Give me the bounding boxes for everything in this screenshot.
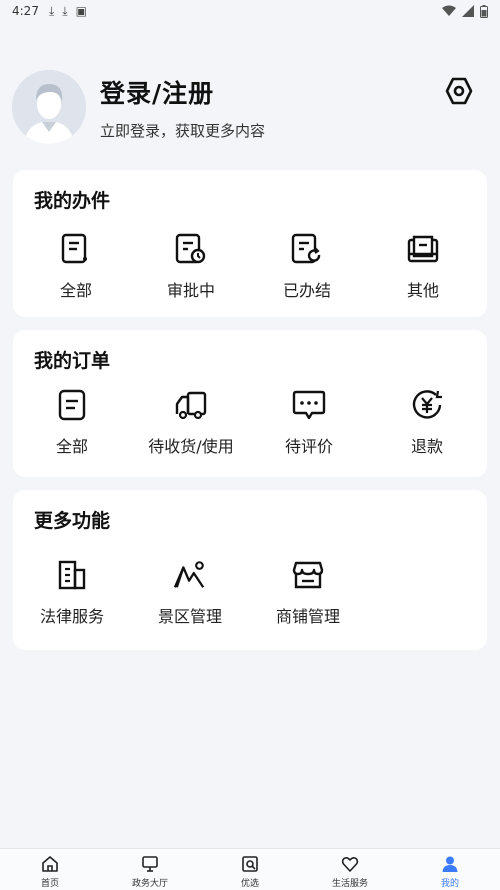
- signal-icon: [462, 5, 474, 17]
- feature-legal-service[interactable]: 法律服务: [35, 558, 109, 627]
- monitor-icon: [140, 854, 160, 874]
- search-doc-icon: [240, 854, 260, 874]
- feature-scenic-management[interactable]: 景区管理: [153, 558, 227, 627]
- tab-home-label: 首页: [40, 879, 59, 889]
- wifi-icon: [442, 5, 456, 16]
- list-doc-icon: [59, 232, 93, 266]
- affairs-all[interactable]: 全部: [44, 232, 108, 301]
- my-affairs-card: 我的办件 全部 审批中 已办结 其他: [13, 170, 487, 317]
- tab-featured[interactable]: 优选: [200, 849, 300, 890]
- affairs-other[interactable]: 其他: [391, 232, 455, 301]
- my-affairs-title: 我的办件: [34, 190, 111, 212]
- bottom-tab-bar: 首页 政务大厅 优选 生活服务 我的: [0, 848, 500, 890]
- orders-refund[interactable]: 退款: [395, 388, 459, 457]
- affairs-pending-label: 审批中: [166, 281, 215, 300]
- tab-mine-label: 我的: [440, 879, 459, 889]
- tab-mine[interactable]: 我的: [400, 849, 500, 890]
- tab-life-services-label: 生活服务: [331, 879, 368, 889]
- book-icon: [406, 232, 440, 266]
- tab-featured-label: 优选: [240, 879, 259, 889]
- feature-legal-service-label: 法律服务: [39, 607, 104, 626]
- my-orders-title: 我的订单: [34, 350, 111, 372]
- feature-shop-management[interactable]: 商铺管理: [271, 558, 345, 627]
- status-time: 4:27: [12, 4, 39, 18]
- tab-government-hall[interactable]: 政务大厅: [100, 849, 200, 890]
- user-icon: [440, 854, 460, 874]
- comment-icon: [292, 388, 326, 422]
- orders-to-receive-label: 待收货/使用: [148, 437, 234, 456]
- orders-all-label: 全部: [55, 437, 88, 456]
- login-subtitle: 立即登录，获取更多内容: [100, 121, 266, 140]
- settings-hexagon-icon: [445, 77, 473, 105]
- yen-refund-icon: [410, 388, 444, 422]
- orders-all[interactable]: 全部: [40, 388, 104, 457]
- login-register-link[interactable]: 登录/注册: [100, 74, 265, 110]
- affairs-done[interactable]: 已办结: [275, 232, 339, 301]
- tab-government-hall-label: 政务大厅: [131, 879, 168, 889]
- orders-refund-label: 退款: [410, 437, 443, 456]
- more-features-title: 更多功能: [34, 510, 111, 532]
- tab-home[interactable]: 首页: [0, 849, 100, 890]
- affairs-all-label: 全部: [59, 281, 92, 300]
- download-icon: ⤓: [48, 3, 55, 18]
- building-icon: [55, 558, 89, 592]
- list-doc-icon: [55, 388, 89, 422]
- tab-life-services[interactable]: 生活服务: [300, 849, 400, 890]
- mountain-icon: [173, 558, 207, 592]
- notification-icon: ▣: [75, 4, 87, 18]
- affairs-pending[interactable]: 审批中: [159, 232, 223, 301]
- settings-button[interactable]: [442, 74, 476, 108]
- orders-to-review[interactable]: 待评价: [277, 388, 341, 457]
- default-avatar-icon: [12, 70, 86, 144]
- affairs-other-label: 其他: [406, 281, 439, 300]
- feature-shop-management-label: 商铺管理: [275, 607, 340, 626]
- download-icon: ⤓: [62, 3, 68, 18]
- truck-icon: [174, 388, 208, 422]
- status-bar: 4:27 ⤓ ⤓ ▣: [0, 0, 500, 22]
- doc-refresh-icon: [290, 232, 324, 266]
- doc-clock-icon: [174, 232, 208, 266]
- shop-icon: [291, 558, 325, 592]
- avatar[interactable]: [12, 70, 86, 144]
- profile-header[interactable]: 登录/注册 立即登录，获取更多内容: [12, 70, 488, 144]
- orders-to-receive[interactable]: 待收货/使用: [137, 388, 245, 457]
- my-orders-card: 我的订单 全部 待收货/使用 待评价 退款: [13, 330, 487, 477]
- feature-scenic-management-label: 景区管理: [157, 607, 222, 626]
- battery-icon: [480, 4, 488, 18]
- affairs-done-label: 已办结: [282, 281, 331, 300]
- more-features-card: 更多功能 法律服务 景区管理 商铺管理: [13, 490, 487, 650]
- orders-to-review-label: 待评价: [284, 437, 333, 456]
- heart-icon: [340, 854, 360, 874]
- home-icon: [40, 854, 60, 874]
